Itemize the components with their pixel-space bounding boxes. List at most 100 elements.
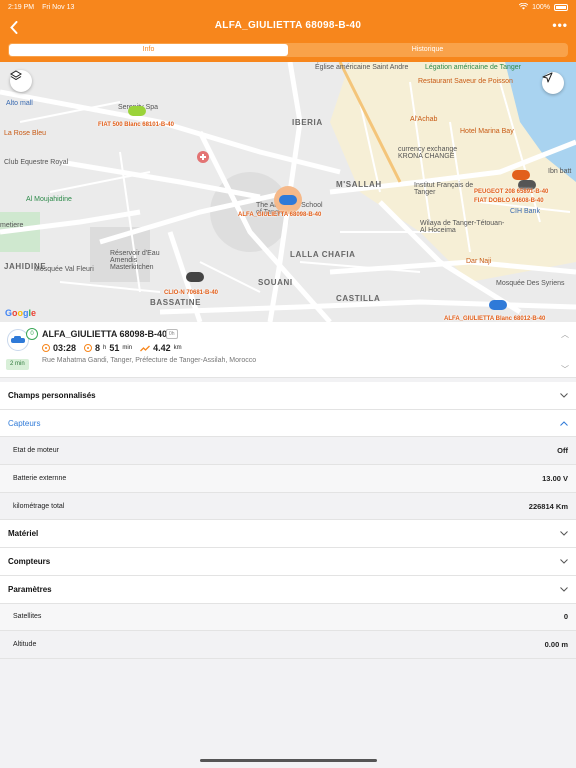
status-badge: 0 <box>26 328 38 340</box>
distance-value: 4.42 <box>153 343 171 353</box>
map-district: CASTILLA <box>336 294 381 303</box>
map-place: currency exchange KRONA CHANGE <box>398 146 458 160</box>
tab-info[interactable]: Info <box>9 44 288 56</box>
chevron-down-icon[interactable]: ﹀ <box>561 364 569 375</box>
tab-historique[interactable]: Historique <box>288 44 567 56</box>
map-place: Al'Achab <box>410 116 438 123</box>
vehicle-tag: 0h <box>166 329 178 339</box>
sensor-value: 13.00 V <box>542 473 568 483</box>
parameter-value: 0 <box>563 612 568 622</box>
section-materiel[interactable]: Matériel <box>0 520 576 549</box>
idle-time-value: 03:28 <box>53 343 77 353</box>
tab-bar: Info Historique <box>0 40 576 62</box>
map-place: Légation américaine de Tanger <box>425 64 521 71</box>
parameter-label: Altitude <box>13 641 37 649</box>
selected-car-marker[interactable] <box>279 195 297 205</box>
map-place: metiere <box>0 222 24 229</box>
section-compteurs[interactable]: Compteurs <box>0 548 576 576</box>
chevron-down-icon <box>560 557 568 565</box>
sensor-value: 226814 Km <box>528 501 568 511</box>
wifi-icon <box>518 2 529 12</box>
google-logo: Google <box>5 308 37 318</box>
chevron-down-icon <box>560 530 568 538</box>
last-update-chip: 2 min <box>6 359 29 370</box>
distance-unit: km <box>173 345 182 351</box>
section-label: Paramètres <box>8 584 52 594</box>
map-district: SOUANI <box>258 278 293 287</box>
section-parametres[interactable]: Paramètres <box>0 575 576 604</box>
car-label: FIAT 500 Blanc 68101-B-40 <box>98 122 174 128</box>
map-place: Alto mall <box>6 100 33 107</box>
car-label: FIAT DOBLO 94608-B-40 <box>474 198 544 204</box>
map-place: Club Equestre Royal <box>4 159 69 166</box>
car-marker[interactable] <box>128 106 146 116</box>
section-label: Champs personnalisés <box>8 390 96 400</box>
chevron-down-icon <box>560 585 568 593</box>
map-place: Mosquée Des Syriens <box>496 280 565 287</box>
map-place: Restaurant Saveur de Poisson <box>418 78 513 85</box>
nav-bar: ALFA_GIULIETTA 68098-B-40 ••• <box>0 14 576 40</box>
sensor-row: Batterie externne 13.00 V <box>0 465 576 493</box>
vehicle-address: Rue Mahatma Gandi, Tanger, Préfecture de… <box>42 357 257 364</box>
car-icon <box>11 336 25 343</box>
map-place: Al Moujahidine <box>26 196 72 203</box>
map-place: CIH Bank <box>510 208 540 215</box>
more-icon[interactable]: ••• <box>552 18 568 32</box>
sensor-label: Batterie externne <box>13 474 67 482</box>
parameter-value: 0.00 m <box>544 640 568 650</box>
home-indicator[interactable] <box>200 759 377 762</box>
car-marker[interactable] <box>186 272 204 282</box>
idle-time-stat: 03:28 <box>42 343 76 353</box>
drive-hours: 8 <box>95 343 101 353</box>
section-champs-personnalises[interactable]: Champs personnalisés <box>0 382 576 410</box>
distance-stat: 4.42 km <box>140 343 182 353</box>
details-list: Champs personnalisés Capteurs Etat de mo… <box>0 382 576 659</box>
hospital-icon <box>197 151 209 163</box>
map-place: Réservoir d'Eau Amendis Masterkitchen <box>110 250 160 271</box>
chevron-up-icon <box>560 419 568 427</box>
chevron-up-icon[interactable]: ︿ <box>561 329 569 340</box>
battery-icon <box>554 3 568 11</box>
sensor-value: Off <box>557 446 568 456</box>
car-label: CLIO-N 70681-B-40 <box>164 290 219 296</box>
section-label: Capteurs <box>8 418 41 428</box>
section-capteurs[interactable]: Capteurs <box>0 409 576 438</box>
map-district: M'SALLAH <box>336 180 382 189</box>
map-place: Église américaine Saint Andre <box>315 64 409 71</box>
vehicle-name: ALFA_GIULIETTA 68098-B-40 <box>42 329 168 339</box>
chevron-down-icon <box>560 391 568 399</box>
trend-icon <box>140 345 151 351</box>
segmented-control: Info Historique <box>8 43 568 57</box>
layers-icon <box>10 70 22 81</box>
parameter-row: Satellites 0 <box>0 603 576 632</box>
section-label: Matériel <box>8 529 39 539</box>
car-marker[interactable] <box>489 300 507 310</box>
vehicle-card[interactable]: 0 2 min ALFA_GIULIETTA 68098-B-40 0h 03:… <box>0 322 576 378</box>
car-label: PEUGEOT 208 65891-B-40 <box>474 189 549 195</box>
vehicle-stats: 03:28 8h 51 min 4.42 km <box>42 343 182 353</box>
map-place: Wilaya de Tanger-Tétouan-Al Hoceima <box>420 220 505 234</box>
battery-percent: 100% <box>532 3 550 11</box>
section-label: Compteurs <box>8 556 51 566</box>
map-view[interactable]: Église américaine Saint Andre Légation a… <box>0 62 576 322</box>
map-layers-button[interactable] <box>10 70 32 92</box>
drive-minutes: 51 <box>109 343 120 353</box>
sensor-label: Etat de moteur <box>13 447 59 455</box>
map-place: Ibn batt <box>548 168 572 175</box>
map-district: IBERIA <box>292 118 323 127</box>
drive-hours-unit: h <box>103 345 107 351</box>
stop-icon <box>42 344 50 352</box>
status-bar: 2:19 PM Fri Nov 13 100% <box>0 0 576 14</box>
drive-minutes-unit: min <box>122 345 133 351</box>
map-place: Dar Naji <box>466 258 492 265</box>
locate-button[interactable] <box>542 72 564 94</box>
map-place: La Rose Bleu <box>4 130 47 137</box>
map-district: LALLA CHAFIA <box>290 250 356 259</box>
sensor-row: Etat de moteur Off <box>0 437 576 466</box>
status-date: Fri Nov 13 <box>42 3 75 11</box>
page-title: ALFA_GIULIETTA 68098-B-40 <box>214 20 362 31</box>
parameter-row: Altitude 0.00 m <box>0 631 576 659</box>
drive-time-stat: 8h 51 min <box>84 343 132 353</box>
clock-icon <box>84 344 93 352</box>
car-marker[interactable] <box>512 170 530 180</box>
